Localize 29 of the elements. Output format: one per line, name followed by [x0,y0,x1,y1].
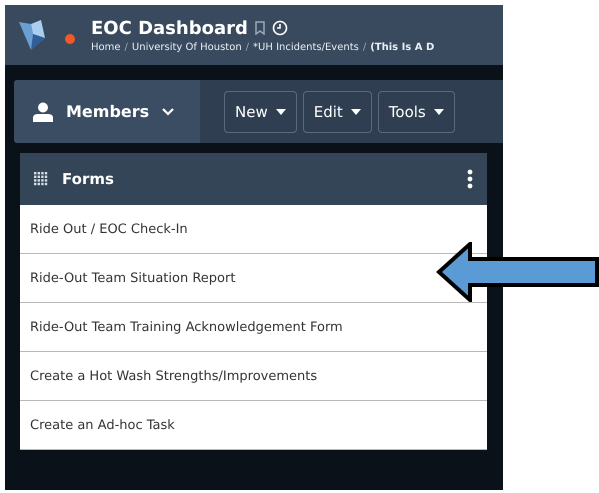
bookmark-icon[interactable] [254,21,266,35]
breadcrumb-separator: / [362,42,366,52]
form-list-item[interactable]: Ride-Out Team Training Acknowledgement Form [30,320,343,334]
breadcrumb-link[interactable]: Home [91,42,121,52]
caret-icon [276,108,286,114]
page-title: EOC Dashboard [91,18,248,38]
more-options-icon[interactable] [467,169,473,189]
grid-icon [34,172,48,186]
breadcrumb-separator: / [124,42,128,52]
breadcrumb-link[interactable]: (This Is A D [370,42,434,52]
dropdown-button[interactable]: Tools [378,90,455,132]
breadcrumb-link[interactable]: *UH Incidents/Events [253,42,359,52]
logo-icon [17,18,47,52]
form-list-item[interactable]: Ride-Out Team Situation Report [30,270,236,286]
clock-icon[interactable] [272,20,288,36]
dropdown-button[interactable]: New [224,90,297,132]
caret-icon [350,108,361,114]
panel-title: Forms [62,170,115,188]
form-list-item[interactable]: Ride Out / EOC Check-In [30,222,188,236]
form-list-item[interactable]: Create a Hot Wash Strengths/Improvements [30,368,318,384]
breadcrumb-link[interactable]: University Of Houston [132,42,242,52]
breadcrumb-separator: / [246,42,250,52]
dropdown-button[interactable]: Edit [302,90,372,132]
person-icon [32,102,54,122]
caret-icon [434,108,444,114]
chevron-down-icon [161,106,176,116]
status-dot [65,34,75,44]
members-button[interactable]: Members [14,80,200,143]
form-list-item[interactable]: Create an Ad-hoc Task [30,418,175,432]
